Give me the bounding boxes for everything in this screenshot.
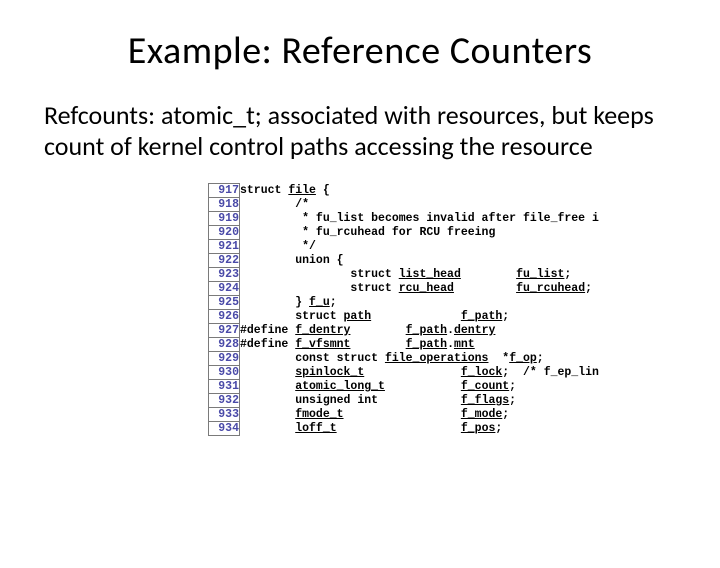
code-content: const struct file_operations *f_op; [240,352,600,366]
code-content: fmode_t f_mode; [240,408,600,422]
code-line: 933 fmode_t f_mode; [209,408,600,422]
line-number: 922 [209,254,240,268]
code-content: #define f_dentry f_path.dentry [240,324,600,338]
code-line: 926 struct path f_path; [209,310,600,324]
line-number: 917 [209,184,240,198]
code-line: 925 } f_u; [209,296,600,310]
line-number: 924 [209,282,240,296]
code-line: 918 /* [209,198,600,212]
line-number: 934 [209,422,240,436]
code-content: struct path f_path; [240,310,600,324]
code-table: 917struct file {918 /*919 * fu_list beco… [208,183,600,436]
code-line: 921 */ [209,240,600,254]
code-block: 917struct file {918 /*919 * fu_list beco… [208,183,720,436]
code-line: 922 union { [209,254,600,268]
code-line: 931 atomic_long_t f_count; [209,380,600,394]
line-number: 921 [209,240,240,254]
line-number: 927 [209,324,240,338]
code-line: 929 const struct file_operations *f_op; [209,352,600,366]
code-line: 924 struct rcu_head fu_rcuhead; [209,282,600,296]
line-number: 930 [209,366,240,380]
code-content: unsigned int f_flags; [240,394,600,408]
code-content: struct list_head fu_list; [240,268,600,282]
code-line: 934 loff_t f_pos; [209,422,600,436]
line-number: 925 [209,296,240,310]
code-content: /* [240,198,600,212]
line-number: 923 [209,268,240,282]
code-line: 920 * fu_rcuhead for RCU freeing [209,226,600,240]
slide-title: Example: Reference Counters [0,28,720,74]
code-content: */ [240,240,600,254]
line-number: 933 [209,408,240,422]
line-number: 928 [209,338,240,352]
code-line: 930 spinlock_t f_lock; /* f_ep_lin [209,366,600,380]
line-number: 919 [209,212,240,226]
code-content: struct rcu_head fu_rcuhead; [240,282,600,296]
code-content: * fu_list becomes invalid after file_fre… [240,212,600,226]
code-line: 932 unsigned int f_flags; [209,394,600,408]
code-line: 928#define f_vfsmnt f_path.mnt [209,338,600,352]
code-content: atomic_long_t f_count; [240,380,600,394]
code-content: union { [240,254,600,268]
code-content: struct file { [240,184,600,198]
line-number: 920 [209,226,240,240]
line-number: 931 [209,380,240,394]
line-number: 926 [209,310,240,324]
code-content: loff_t f_pos; [240,422,600,436]
line-number: 932 [209,394,240,408]
code-content: } f_u; [240,296,600,310]
line-number: 918 [209,198,240,212]
code-line: 919 * fu_list becomes invalid after file… [209,212,600,226]
code-line: 923 struct list_head fu_list; [209,268,600,282]
code-line: 927#define f_dentry f_path.dentry [209,324,600,338]
code-content: #define f_vfsmnt f_path.mnt [240,338,600,352]
code-line: 917struct file { [209,184,600,198]
code-content: * fu_rcuhead for RCU freeing [240,226,600,240]
slide-body: Refcounts: atomic_t; associated with res… [44,100,676,161]
line-number: 929 [209,352,240,366]
code-content: spinlock_t f_lock; /* f_ep_lin [240,366,600,380]
